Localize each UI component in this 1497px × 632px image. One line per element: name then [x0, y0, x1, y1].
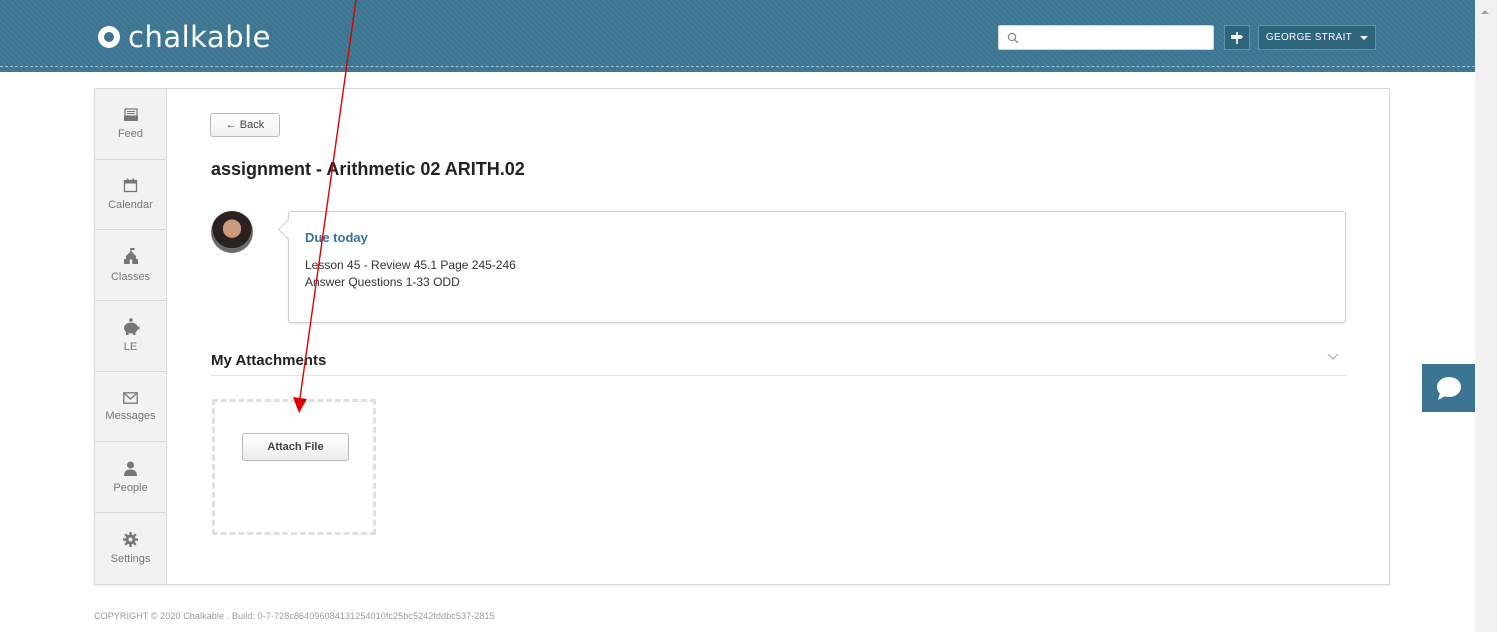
signpost-icon [1231, 31, 1243, 44]
footer-copyright: COPYRIGHT © 2020 Chalkable . Build: 0-7-… [94, 611, 495, 621]
caret-down-icon [1360, 35, 1369, 40]
sidebar-item-label: Calendar [108, 199, 153, 212]
gear-icon [123, 531, 138, 547]
search-input[interactable] [1025, 27, 1205, 48]
sidebar-item-label: Classes [110, 270, 151, 283]
person-icon [124, 461, 137, 476]
schoolhouse-icon [123, 247, 138, 264]
piggy-bank-icon [123, 318, 139, 336]
sidebar-nav: Feed Calendar Classes LE Messages People… [95, 89, 167, 584]
header-divider [0, 66, 1475, 67]
due-date-label: Due today [305, 230, 368, 245]
sidebar-item-label: Settings [110, 552, 151, 565]
inbox-tray-icon [123, 108, 138, 121]
back-button[interactable]: ← Back [210, 113, 280, 137]
signpost-button[interactable] [1224, 25, 1250, 50]
assignment-description: Lesson 45 - Review 45.1 Page 245-246 Ans… [305, 257, 516, 291]
sidebar-item-messages[interactable]: Messages [95, 372, 166, 443]
page-scrollbar[interactable] [1475, 0, 1497, 632]
sidebar-item-calendar[interactable]: Calendar [95, 160, 166, 231]
chat-widget-button[interactable] [1422, 364, 1475, 412]
search-icon [1007, 32, 1019, 43]
sidebar-item-label: People [113, 481, 148, 494]
user-name: GEORGE STRAIT [1265, 32, 1353, 43]
search-box[interactable] [998, 25, 1214, 50]
attach-file-button[interactable]: Attach File [242, 433, 349, 461]
page-title: assignment - Arithmetic 02 ARITH.02 [211, 159, 525, 179]
attachment-dropzone[interactable]: Attach File [212, 399, 376, 535]
description-line: Lesson 45 - Review 45.1 Page 245-246 [305, 258, 516, 272]
sidebar-item-le[interactable]: LE [95, 301, 166, 372]
chat-bubble-icon [1436, 377, 1461, 400]
assignment-details-card: Due today Lesson 45 - Review 45.1 Page 2… [288, 211, 1346, 323]
chalkable-logo[interactable]: chalkable [98, 20, 271, 54]
sidebar-item-label: LE [123, 341, 138, 354]
scroll-up-arrow-icon[interactable] [1481, 10, 1489, 14]
description-line: Answer Questions 1-33 ODD [305, 275, 460, 289]
calendar-icon [123, 178, 138, 193]
sidebar-item-people[interactable]: People [95, 442, 166, 514]
sidebar-item-label: Messages [105, 409, 156, 422]
sidebar-item-classes[interactable]: Classes [95, 230, 166, 302]
chevron-down-icon[interactable] [1327, 353, 1339, 361]
teacher-avatar [211, 211, 253, 253]
sidebar-item-feed[interactable]: Feed [95, 89, 166, 160]
attachments-heading: My Attachments [211, 352, 327, 369]
main-card: Feed Calendar Classes LE Messages People… [94, 88, 1390, 585]
envelope-icon [123, 391, 138, 404]
logo-mark-icon [98, 26, 120, 48]
logo-text: chalkable [128, 20, 272, 54]
sidebar-item-label: Feed [117, 127, 144, 140]
sidebar-item-settings[interactable]: Settings [95, 513, 166, 584]
attachments-divider [211, 375, 1347, 376]
user-menu-button[interactable]: GEORGE STRAIT [1258, 25, 1376, 50]
